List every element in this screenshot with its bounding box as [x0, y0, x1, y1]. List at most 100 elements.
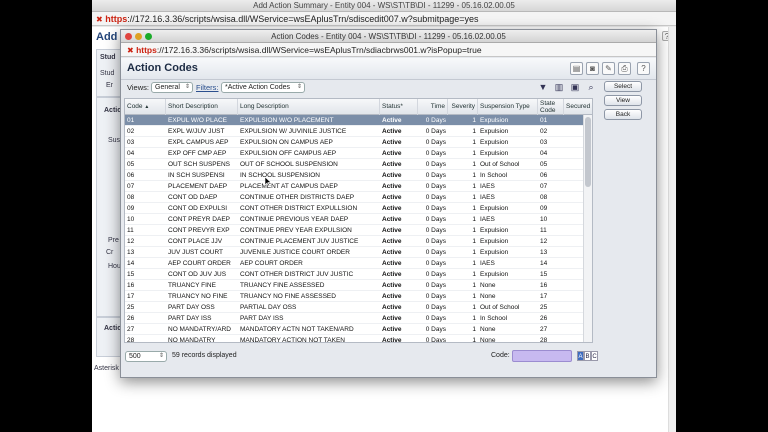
- cell-secured: [566, 115, 584, 126]
- table-row[interactable]: 25 PART DAY OSS PARTIAL DAY OSS Active 0 Day…: [125, 302, 585, 313]
- view-button[interactable]: View: [604, 95, 642, 106]
- cell-suspension-type: None: [480, 282, 496, 289]
- column-header-short-description[interactable]: Short Description: [166, 99, 238, 115]
- table-row[interactable]: 04 EXP OFF CMP AEP EXPULSION OFF CAMPUS AE…: [125, 148, 585, 159]
- url-path: ://172.16.3.36/scripts/wsisa.dll/WServic…: [127, 14, 479, 24]
- cell-long-description: TRUANCY FINE ASSESSED: [240, 282, 325, 289]
- cell-short-description: EXPL CAMPUS AEP: [168, 139, 229, 146]
- panel-label: Hou: [108, 263, 121, 270]
- table-row[interactable]: 13 JUV JUST COURT JUVENILE JUSTICE COURT O…: [125, 247, 585, 258]
- back-button[interactable]: Back: [604, 109, 642, 120]
- cell-state-code: 02: [540, 128, 548, 135]
- close-window-button[interactable]: [125, 33, 132, 40]
- code-mode-a-button[interactable]: A: [577, 351, 584, 361]
- lock-icon: ✖: [127, 46, 134, 55]
- table-row[interactable]: 14 AEP COURT ORDER AEP COURT ORDER Active 0 …: [125, 258, 585, 269]
- table-row[interactable]: 26 PART DAY ISS PART DAY ISS Active 0 Days 1 I…: [125, 313, 585, 324]
- cell-long-description: CONTINUE OTHER DISTRICTS DAEP: [240, 194, 355, 201]
- panel-label: Pre: [108, 237, 119, 244]
- table-row[interactable]: 27 NO MANDATRY/ARD MANDATORY ACTN NOT TAKE…: [125, 324, 585, 335]
- page-size-select[interactable]: 500 ⇕: [125, 351, 167, 362]
- scrollbar-thumb[interactable]: [585, 117, 591, 187]
- cell-severity: 1: [472, 183, 476, 190]
- table-row[interactable]: 28 NO MANDATRY MANDATORY ACTION NOT TAKEN A…: [125, 335, 585, 343]
- select-button[interactable]: Select: [604, 81, 642, 92]
- cell-long-description: EXPULSION W/O PLACEMENT: [240, 117, 334, 124]
- zoom-icon[interactable]: ⌕: [585, 82, 597, 93]
- cell-time: 0 Days: [425, 326, 446, 333]
- cell-status: Active: [382, 293, 402, 300]
- action-codes-popup: Action Codes - Entity 004 - WS\ST\TB\DI …: [120, 29, 657, 378]
- table-row[interactable]: 10 CONT PREYR DAEP CONTINUE PREVIOUS YEAR …: [125, 214, 585, 225]
- cell-secured: [566, 181, 584, 192]
- views-select[interactable]: General ⇕: [151, 82, 193, 93]
- cell-state-code: 28: [540, 337, 548, 343]
- code-mode-b-button[interactable]: B: [584, 351, 591, 361]
- cell-state-code: 08: [540, 194, 548, 201]
- minimize-window-button[interactable]: [135, 33, 142, 40]
- table-row[interactable]: 02 EXPL W/JUV JUST EXPULSION W/ JUVINILE J…: [125, 126, 585, 137]
- camera-icon[interactable]: ◙: [586, 62, 599, 75]
- panel-label: Stud: [100, 54, 116, 61]
- cell-suspension-type: IAES: [480, 260, 495, 267]
- cell-severity: 1: [472, 249, 476, 256]
- url-path: ://172.16.3.36/scripts/wsisa.dll/WServic…: [156, 45, 482, 55]
- table-row[interactable]: 06 IN SCH SUSPENSI IN SCHOOL SUSPENSION Act…: [125, 170, 585, 181]
- column-header-severity[interactable]: Severity: [448, 99, 478, 115]
- table-row[interactable]: 07 PLACEMENT DAEP PLACEMENT AT CAMPUS DAEP…: [125, 181, 585, 192]
- table-row[interactable]: 16 TRUANCY FINE TRUANCY FINE ASSESSED Activ…: [125, 280, 585, 291]
- background-address-bar[interactable]: ✖ https://172.16.3.36/scripts/wsisa.dll/…: [92, 12, 676, 26]
- checkbox-label[interactable]: Cr: [106, 249, 113, 256]
- cell-status: Active: [382, 260, 402, 267]
- export-icon[interactable]: ▣: [569, 82, 581, 93]
- cell-secured: [566, 280, 584, 291]
- chart-icon[interactable]: ▥: [553, 82, 565, 93]
- column-header-long-description[interactable]: Long Description: [238, 99, 380, 115]
- filter-icon[interactable]: ▼: [537, 82, 549, 93]
- cell-code: 05: [127, 161, 135, 168]
- cell-code: 06: [127, 172, 135, 179]
- cell-time: 0 Days: [425, 260, 446, 267]
- cell-severity: 1: [472, 205, 476, 212]
- column-header-code[interactable]: Code ▲: [125, 99, 166, 115]
- cell-state-code: 14: [540, 260, 548, 267]
- table-row[interactable]: 08 CONT OD DAEP CONTINUE OTHER DISTRICTS D…: [125, 192, 585, 203]
- table-row[interactable]: 12 CONT PLACE JJV CONTINUE PLACEMENT JUV J…: [125, 236, 585, 247]
- column-header-suspension-type[interactable]: Suspension Type: [478, 99, 538, 115]
- cell-suspension-type: Expulsion: [480, 271, 509, 278]
- table-row[interactable]: 17 TRUANCY NO FINE TRUANCY NO FINE ASSESSE…: [125, 291, 585, 302]
- zoom-window-button[interactable]: [145, 33, 152, 40]
- column-header-status[interactable]: Status*: [380, 99, 418, 115]
- popup-address-bar[interactable]: ✖ https://172.16.3.36/scripts/wsisa.dll/…: [121, 43, 656, 57]
- table-row[interactable]: 15 CONT OD JUV JUS CONT OTHER DISTRICT JUV…: [125, 269, 585, 280]
- code-mode-c-button[interactable]: C: [591, 351, 598, 361]
- filters-select[interactable]: *Active Action Codes ⇕: [221, 82, 305, 93]
- help-icon[interactable]: ?: [637, 62, 650, 75]
- print-icon[interactable]: ⎙: [618, 62, 631, 75]
- cell-severity: 1: [472, 293, 476, 300]
- table-footer: 500 ⇕ 59 records displayed Code: A B C: [121, 346, 656, 366]
- tools-icon[interactable]: ✎: [602, 62, 615, 75]
- cell-short-description: EXP OFF CMP AEP: [168, 150, 227, 157]
- background-scrollbar[interactable]: [668, 27, 676, 432]
- table-row[interactable]: 11 CONT PREVYR EXP CONTINUE PREV YEAR EXPU…: [125, 225, 585, 236]
- cell-time: 0 Days: [425, 183, 446, 190]
- cell-secured: [566, 170, 584, 181]
- table-row[interactable]: 09 CONT OD EXPULSI CONT OTHER DISTRICT EXP…: [125, 203, 585, 214]
- report-icon[interactable]: ▤: [570, 62, 583, 75]
- code-input[interactable]: [512, 350, 572, 362]
- filter-bar: Views: General ⇕ Filters: *Active Action …: [121, 80, 531, 96]
- column-header-time[interactable]: Time: [418, 99, 448, 115]
- column-header-secured[interactable]: Secured: [564, 99, 592, 115]
- lock-icon: ✖: [96, 15, 103, 24]
- cell-state-code: 04: [540, 150, 548, 157]
- table-row[interactable]: 03 EXPL CAMPUS AEP EXPULSION ON CAMPUS AEP…: [125, 137, 585, 148]
- cell-short-description: EXPUL W/O PLACE: [168, 117, 227, 124]
- cell-short-description: PART DAY OSS: [168, 304, 215, 311]
- table-row[interactable]: 01 EXPUL W/O PLACE EXPULSION W/O PLACEMENT…: [125, 115, 585, 126]
- column-header-state-code[interactable]: State Code: [538, 99, 564, 115]
- table-row[interactable]: 05 OUT SCH SUSPENS OUT OF SCHOOL SUSPENSIO…: [125, 159, 585, 170]
- cell-status: Active: [382, 139, 402, 146]
- table-scrollbar[interactable]: [583, 115, 592, 342]
- cell-suspension-type: Expulsion: [480, 205, 509, 212]
